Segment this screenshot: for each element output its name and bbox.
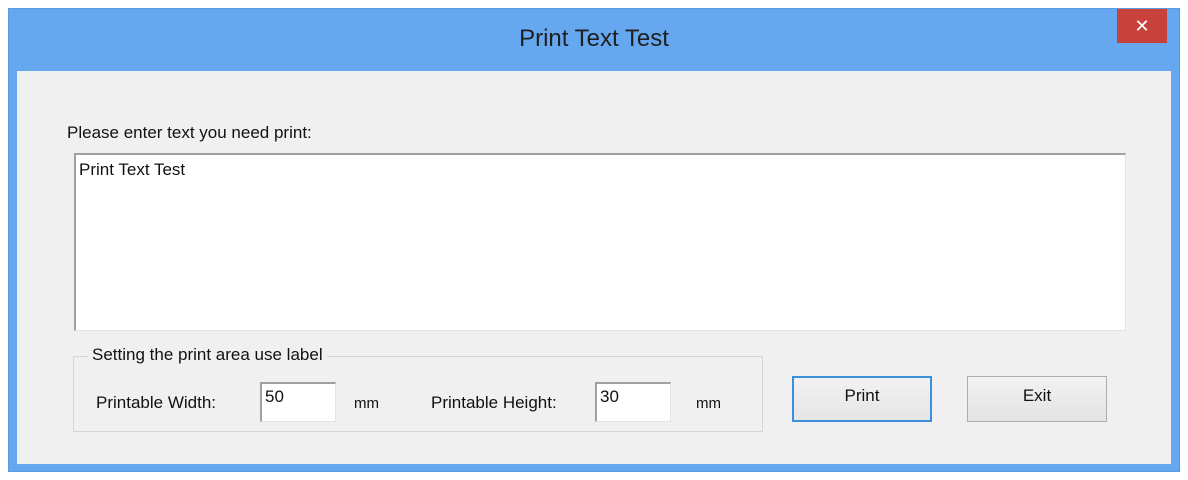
window-title: Print Text Test <box>519 25 669 52</box>
printable-width-unit: mm <box>354 395 379 412</box>
printable-height-unit: mm <box>696 395 721 412</box>
close-icon: ✕ <box>1134 15 1150 36</box>
exit-button[interactable]: Exit <box>967 376 1107 422</box>
printable-width-input[interactable] <box>260 382 336 422</box>
print-area-group: Setting the print area use label Printab… <box>73 345 763 432</box>
close-button[interactable]: ✕ <box>1117 9 1167 43</box>
dialog-body: Please enter text you need print: Print … <box>17 71 1171 464</box>
printable-height-input[interactable] <box>595 382 671 422</box>
printable-height-label: Printable Height: <box>431 393 557 412</box>
print-area-group-title: Setting the print area use label <box>88 345 327 365</box>
title-bar[interactable]: Print Text Test ✕ <box>9 9 1179 71</box>
printable-width-label: Printable Width: <box>96 393 216 412</box>
dialog-window: Print Text Test ✕ Please enter text you … <box>8 8 1180 472</box>
prompt-label: Please enter text you need print: <box>67 123 312 142</box>
print-button[interactable]: Print <box>792 376 932 422</box>
print-text-input[interactable]: Print Text Test <box>74 153 1126 331</box>
